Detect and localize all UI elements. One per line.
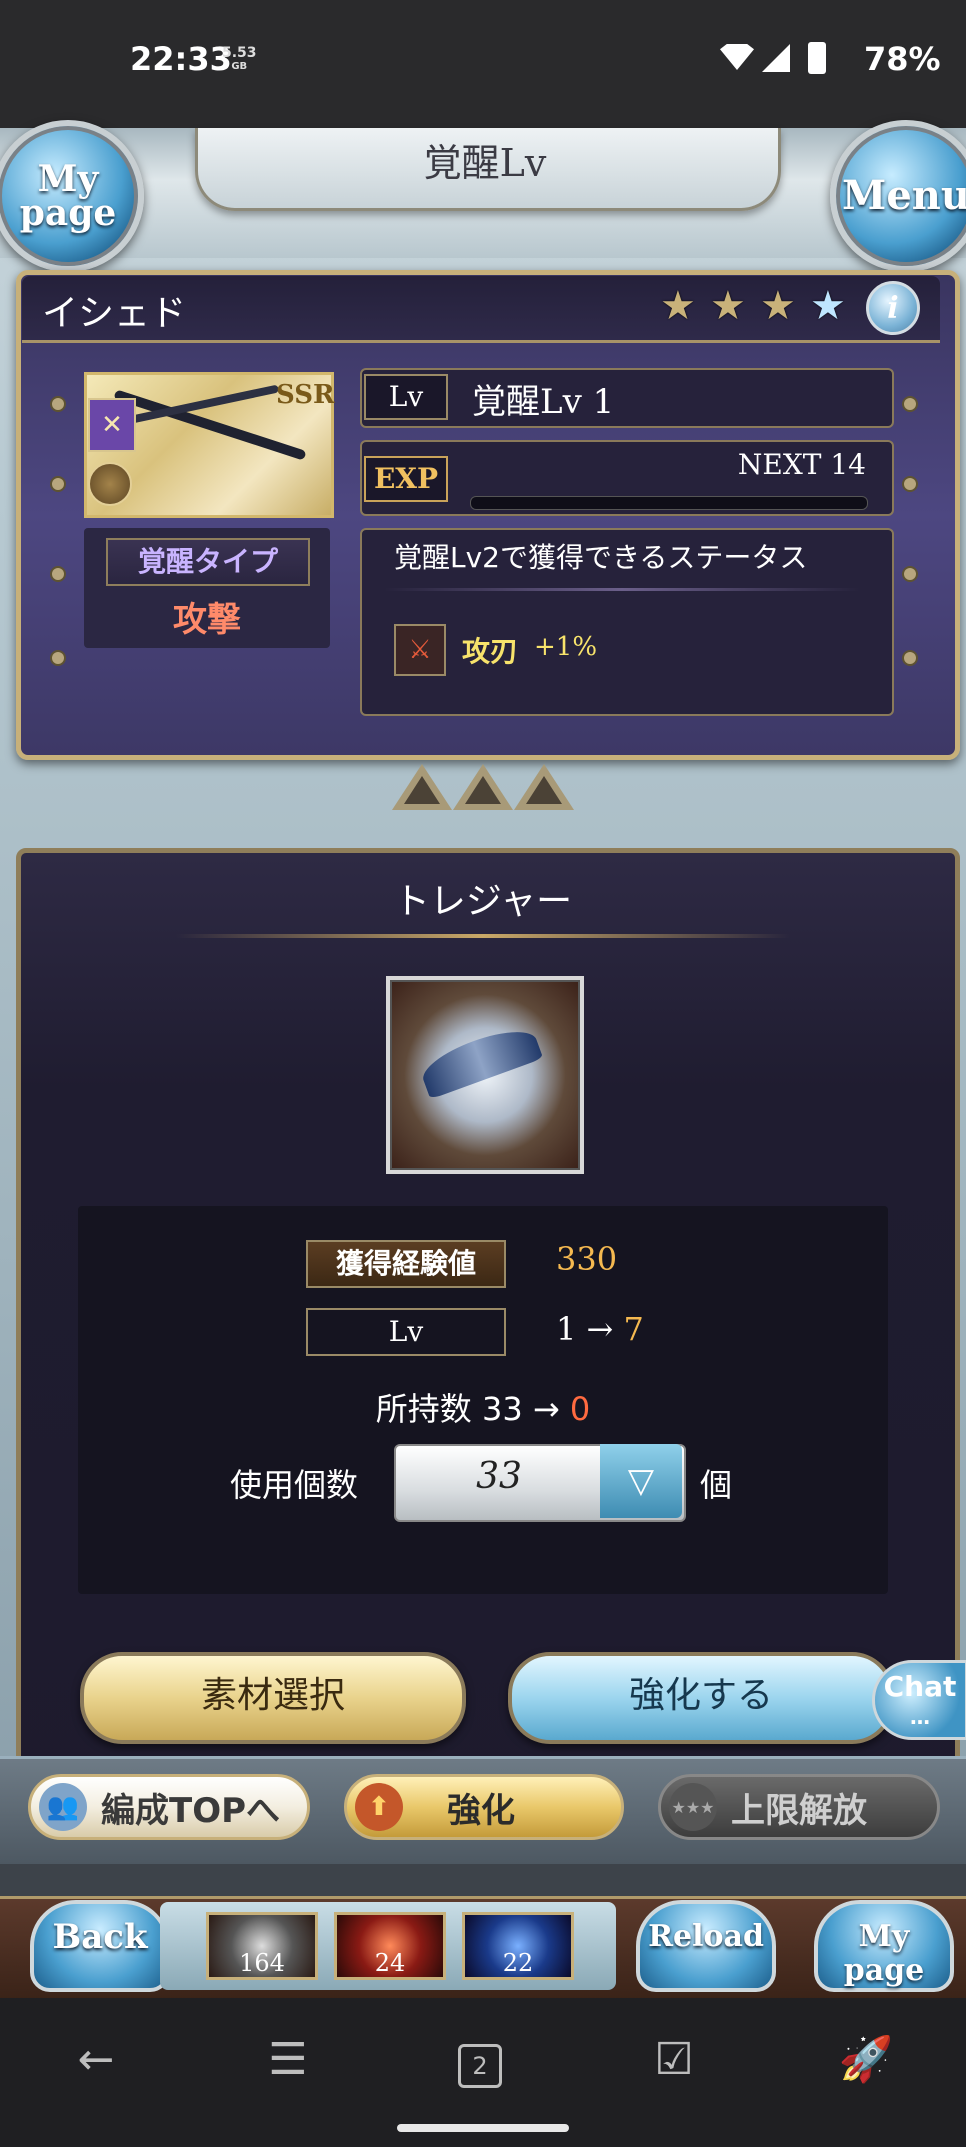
element-icon: ✕	[88, 398, 136, 452]
item-slot[interactable]: 164	[206, 1912, 318, 1980]
rivet	[904, 568, 916, 580]
item-slot[interactable]: 24	[334, 1912, 446, 1980]
owned-count-row: 所持数 33 → 0	[375, 1390, 591, 1428]
lv-change: 1 → 7	[556, 1310, 644, 1348]
home-indicator[interactable]	[397, 2124, 569, 2132]
rarity-star-icon: ★	[760, 283, 796, 329]
ssr-badge: SSR	[276, 380, 335, 410]
divider	[384, 588, 860, 591]
lv-tag: Lv	[364, 374, 448, 420]
chat-button[interactable]: Chat…	[872, 1660, 966, 1740]
checkbox-icon[interactable]: ☑	[634, 2030, 714, 2090]
party-icon: 👥	[39, 1783, 87, 1831]
select-material-button[interactable]: 素材選択	[80, 1652, 466, 1744]
tabs-icon[interactable]: 2	[440, 2030, 520, 2090]
rivet	[52, 568, 64, 580]
battery-percent: 78%	[864, 40, 941, 78]
party-top-tab[interactable]: 👥 編成TOPへ	[28, 1774, 310, 1840]
rarity-star-blue-icon: ★	[810, 283, 846, 329]
rivet	[52, 398, 64, 410]
triangle-ornament	[465, 776, 501, 804]
wifi-icon	[720, 44, 754, 70]
attack-boost-icon: ⚔	[394, 624, 446, 676]
divider	[176, 934, 790, 938]
lv-label: Lv	[306, 1308, 506, 1356]
page-title: 覚醒Lv	[423, 141, 547, 185]
status-bar: 22:33 5.53 GB 78%	[0, 0, 966, 128]
rivet	[904, 398, 916, 410]
rivet	[904, 652, 916, 664]
stat-name: 攻刃	[462, 635, 519, 668]
treasure-title: トレジャー	[393, 881, 573, 922]
use-count-unit: 個	[700, 1466, 733, 1504]
triangle-ornament	[526, 776, 562, 804]
status-time: 22:33	[130, 40, 232, 78]
awaken-type-label: 覚醒タイプ	[106, 538, 310, 586]
rarity-star-icon: ★	[660, 283, 696, 329]
skill-icon	[88, 462, 132, 506]
arrow-up-icon: ⬆	[355, 1783, 403, 1831]
exp-next: NEXT 14	[737, 448, 866, 481]
stat-value: +1%	[534, 632, 598, 662]
awaken-level: 覚醒Lv 1	[472, 382, 615, 422]
exp-gain-label: 獲得経験値	[306, 1240, 506, 1288]
back-button[interactable]: Back	[30, 1900, 170, 1992]
use-count-label: 使用個数	[230, 1466, 359, 1504]
use-count-value[interactable]: 33	[394, 1456, 604, 1497]
chevron-down-icon[interactable]: ▽	[600, 1444, 682, 1518]
rarity-star-icon: ★	[710, 283, 746, 329]
exp-tag: EXP	[364, 456, 448, 502]
upgrade-tab[interactable]: ⬆ 強化	[344, 1774, 624, 1840]
next-status-title: 覚醒Lv2で獲得できるステータス	[394, 541, 808, 574]
stars-icon: ★★★	[669, 1783, 717, 1831]
exp-progress-bar	[470, 496, 868, 510]
mypage-bottom-button[interactable]: My page	[814, 1900, 954, 1992]
reload-button[interactable]: Reload	[636, 1900, 776, 1992]
menu-icon[interactable]: ☰	[248, 2030, 328, 2090]
info-icon[interactable]: i	[866, 281, 920, 335]
back-arrow-icon[interactable]: ←	[56, 2030, 136, 2090]
rivet	[52, 652, 64, 664]
item-slot[interactable]: 22	[462, 1912, 574, 1980]
triangle-ornament	[404, 776, 440, 804]
rocket-icon[interactable]: 🚀	[826, 2030, 906, 2090]
awaken-type-value: 攻撃	[173, 600, 241, 640]
enhance-button[interactable]: 強化する	[508, 1652, 894, 1744]
rivet	[52, 478, 64, 490]
rivet	[904, 478, 916, 490]
exp-gain-value: 330	[556, 1240, 618, 1278]
signal-icon	[762, 44, 790, 72]
limit-break-tab[interactable]: ★★★ 上限解放	[658, 1774, 940, 1840]
character-name: イシェド	[42, 293, 187, 334]
battery-icon	[808, 42, 826, 74]
network-speed: 5.53 GB	[222, 45, 257, 72]
